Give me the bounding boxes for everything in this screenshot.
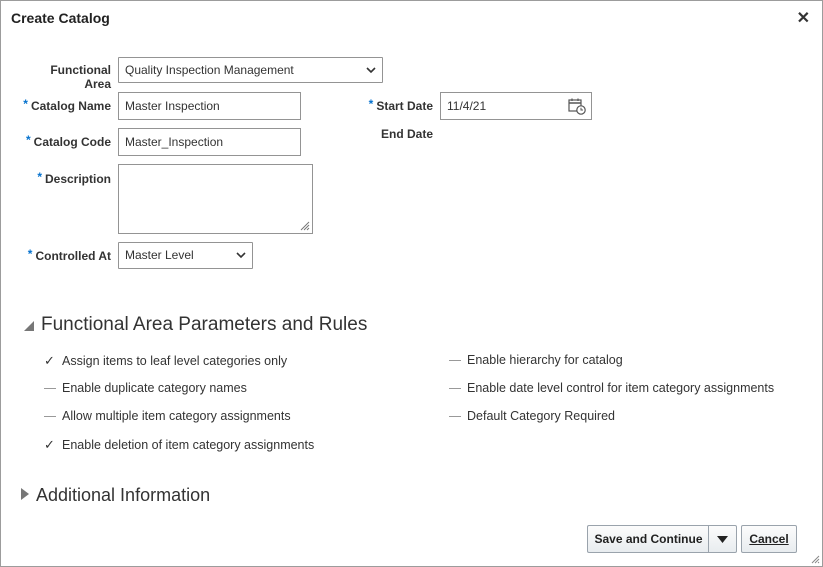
expand-triangle-icon[interactable]: [20, 487, 30, 501]
collapse-triangle-icon[interactable]: [23, 320, 35, 332]
catalog-name-input[interactable]: Master Inspection: [118, 92, 301, 120]
required-indicator: *: [25, 133, 31, 147]
functional-area-select[interactable]: Quality Inspection Management: [118, 57, 383, 83]
end-date-label: End Date: [380, 127, 433, 141]
checkmark-icon: ✓: [44, 437, 55, 452]
caret-down-icon: [717, 536, 728, 543]
dialog-title: Create Catalog: [11, 10, 110, 26]
save-options-dropdown-button[interactable]: [708, 525, 737, 553]
checkbox-multiple-assignments[interactable]: Allow multiple item category assignments: [43, 409, 291, 423]
controlled-at-label: * Controlled At: [27, 247, 111, 263]
start-date-input[interactable]: 11/4/21: [440, 92, 592, 120]
save-and-continue-button[interactable]: Save and Continue: [587, 525, 709, 553]
functional-area-label: Functional Area: [50, 63, 111, 91]
controlled-at-value: Master Level: [125, 248, 194, 262]
checkbox-default-category-required[interactable]: Default Category Required: [448, 409, 615, 423]
calendar-icon[interactable]: [568, 98, 586, 115]
unchecked-icon: [449, 360, 461, 362]
description-label: * Description: [37, 170, 111, 186]
dialog-resize-grip-icon[interactable]: [810, 554, 820, 564]
controlled-at-select[interactable]: Master Level: [118, 242, 253, 269]
additional-info-section-title[interactable]: Additional Information: [36, 485, 210, 506]
resize-handle-icon[interactable]: [300, 221, 310, 231]
catalog-code-label: * Catalog Code: [25, 133, 111, 149]
unchecked-icon: [449, 388, 461, 390]
unchecked-icon: [44, 416, 56, 418]
chevron-down-icon: [366, 67, 376, 74]
required-indicator: *: [27, 247, 33, 261]
checkbox-enable-deletion[interactable]: ✓ Enable deletion of item category assign…: [43, 437, 314, 453]
params-section-title[interactable]: Functional Area Parameters and Rules: [41, 314, 367, 336]
catalog-name-label: * Catalog Name: [23, 97, 111, 113]
chevron-down-icon: [236, 252, 246, 259]
required-indicator: *: [23, 97, 28, 111]
checkbox-leaf-level-only[interactable]: ✓ Assign items to leaf level categories o…: [43, 353, 287, 369]
create-catalog-dialog: Create Catalog ✕ Functional Area Quality…: [0, 0, 823, 567]
catalog-code-input[interactable]: Master_Inspection: [118, 128, 301, 156]
unchecked-icon: [44, 388, 56, 390]
required-indicator: *: [368, 97, 374, 111]
start-date-value: 11/4/21: [447, 99, 487, 113]
checkmark-icon: ✓: [44, 353, 55, 368]
functional-area-value: Quality Inspection Management: [125, 63, 294, 77]
checkbox-duplicate-names[interactable]: Enable duplicate category names: [43, 381, 247, 395]
dialog-titlebar: Create Catalog ✕: [1, 1, 822, 33]
start-date-label: * Start Date: [368, 97, 433, 113]
close-icon[interactable]: ✕: [797, 8, 810, 28]
checkbox-date-level-control[interactable]: Enable date level control for item categ…: [448, 381, 774, 395]
checkbox-enable-hierarchy[interactable]: Enable hierarchy for catalog: [448, 353, 623, 367]
unchecked-icon: [449, 416, 461, 418]
required-indicator: *: [37, 170, 42, 184]
description-textarea[interactable]: [118, 164, 313, 234]
cancel-button[interactable]: Cancel: [741, 525, 797, 553]
